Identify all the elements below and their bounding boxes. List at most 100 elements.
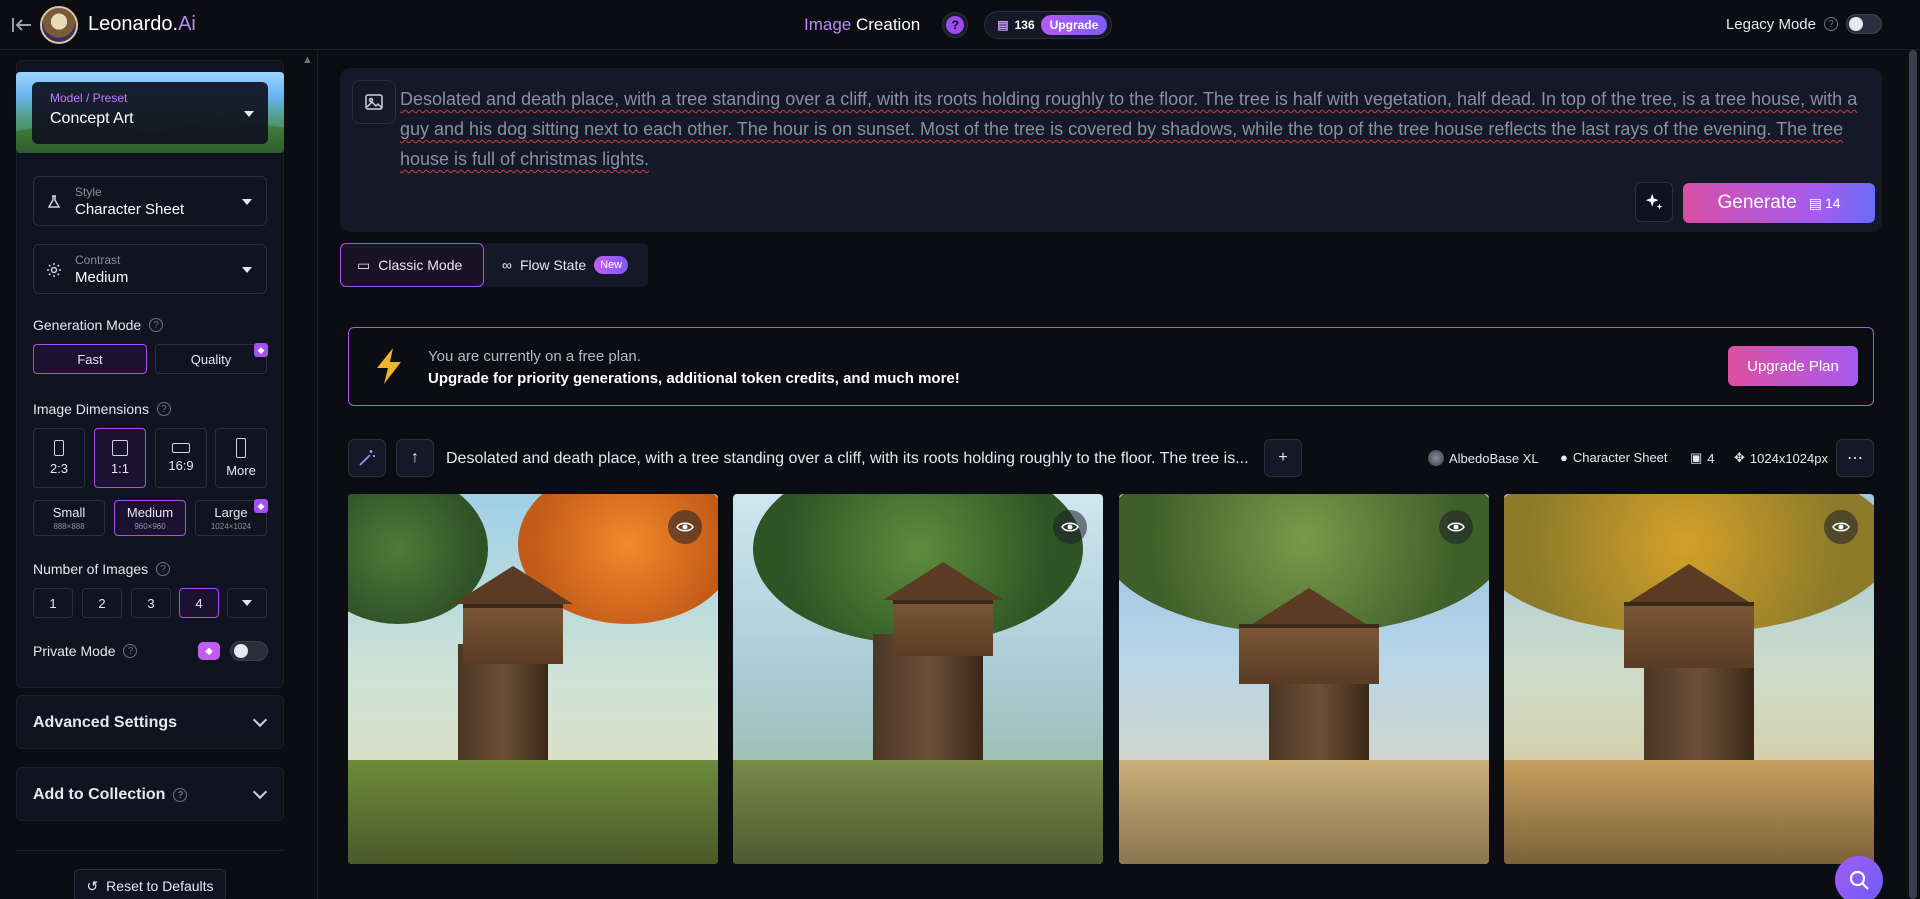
- image-count-more[interactable]: [227, 588, 267, 618]
- model-preset-select[interactable]: Model / Preset Concept Art: [32, 82, 268, 144]
- help-button[interactable]: ?: [942, 12, 969, 38]
- tab-flow-state[interactable]: ∞ Flow State New: [486, 243, 644, 287]
- move-icon: ✥: [1734, 450, 1745, 465]
- generated-image-3[interactable]: [1119, 494, 1489, 864]
- image-count-1[interactable]: 1: [33, 588, 73, 618]
- ratio-1-1[interactable]: 1:1: [94, 428, 146, 488]
- contrast-label: Contrast: [75, 253, 121, 267]
- size-medium[interactable]: Medium 960×960: [114, 500, 186, 536]
- help-icon[interactable]: ?: [156, 562, 171, 576]
- generated-image-4[interactable]: [1504, 494, 1874, 864]
- generation-header: ↑ Desolated and death place, with a tree…: [348, 439, 1874, 477]
- sidebar-divider: [16, 850, 284, 851]
- model-preset-value: Concept Art: [50, 110, 134, 127]
- generated-image-2[interactable]: [733, 494, 1103, 864]
- prompt-input[interactable]: Desolated and death place, with a tree s…: [400, 84, 1870, 174]
- generation-mode-title: Generation Mode?: [33, 317, 164, 333]
- number-of-images-title: Number of Images?: [33, 561, 171, 577]
- generate-cost: ▤ 14: [1808, 194, 1841, 212]
- style-select[interactable]: Style Character Sheet: [33, 176, 267, 226]
- private-mode-toggle[interactable]: [230, 641, 268, 661]
- arrow-up-icon[interactable]: ↑: [396, 439, 434, 477]
- eye-icon[interactable]: [1053, 510, 1087, 544]
- generation-mode-fast[interactable]: Fast: [33, 344, 147, 374]
- chevron-down-icon: [242, 267, 252, 273]
- reset-to-defaults-button[interactable]: ↺ Reset to Defaults: [74, 869, 226, 899]
- eye-icon[interactable]: [1439, 510, 1473, 544]
- generation-count: ▣ 4: [1690, 450, 1715, 466]
- tall-ratio-icon: [236, 438, 246, 458]
- image-dimensions-title: Image Dimensions?: [33, 401, 171, 417]
- chevron-down-icon: [242, 600, 252, 606]
- leonardo-logo[interactable]: [40, 6, 78, 44]
- page-title: Image Creation: [804, 15, 921, 34]
- contrast-select[interactable]: Contrast Medium: [33, 244, 267, 294]
- advanced-settings-section[interactable]: Advanced Settings: [16, 695, 284, 749]
- generation-style: ● Character Sheet: [1560, 450, 1668, 465]
- lightning-bolt-icon: [377, 348, 401, 384]
- chevron-down-icon: [242, 199, 252, 205]
- more-options-icon[interactable]: ⋯: [1836, 439, 1874, 477]
- add-to-collection-section[interactable]: Add to Collection?: [16, 767, 284, 821]
- top-bar: Leonardo.Ai Image Creation ? ▤ 136 Upgra…: [0, 0, 1920, 50]
- size-large[interactable]: Large 1024×1024 ◆: [195, 499, 268, 536]
- upgrade-button[interactable]: Upgrade: [1040, 15, 1108, 35]
- generation-mode-quality[interactable]: Quality ◆: [155, 343, 268, 374]
- generation-prompt[interactable]: Desolated and death place, with a tree s…: [446, 450, 1249, 468]
- eye-icon[interactable]: [1824, 510, 1858, 544]
- image-count-2[interactable]: 2: [82, 588, 122, 618]
- drop-icon: ●: [1560, 450, 1568, 465]
- private-mode-title: Private Mode?: [33, 643, 138, 659]
- image-count-3[interactable]: 3: [131, 588, 171, 618]
- free-plan-banner: You are currently on a free plan. Upgrad…: [348, 327, 1874, 406]
- ratio-2-3[interactable]: 2:3: [33, 428, 85, 488]
- scroll-up-icon[interactable]: ▲: [302, 54, 313, 66]
- page-scrollbar[interactable]: [1906, 50, 1920, 899]
- magic-wand-icon[interactable]: [348, 439, 386, 477]
- chevron-down-icon: [244, 111, 254, 117]
- plus-icon[interactable]: +: [1264, 439, 1302, 477]
- image-icon[interactable]: [352, 80, 396, 124]
- ratio-more[interactable]: More: [215, 428, 267, 488]
- sun-icon: [47, 263, 61, 277]
- eye-icon[interactable]: [668, 510, 702, 544]
- infinity-icon: ∞: [502, 257, 512, 273]
- help-icon[interactable]: ?: [173, 788, 188, 802]
- token-count: 136: [1014, 18, 1035, 32]
- generate-button[interactable]: Generate ▤ 14: [1683, 183, 1875, 223]
- legacy-mode-label: Legacy Mode: [1725, 15, 1816, 33]
- settings-sidebar: ▲ Model / Preset Concept Art Style Chara…: [0, 50, 318, 899]
- generated-image-1[interactable]: [348, 494, 718, 864]
- chevron-down-icon: [252, 712, 268, 728]
- legacy-mode-toggle[interactable]: [1846, 14, 1882, 34]
- legacy-help-icon[interactable]: ?: [1824, 17, 1838, 31]
- style-label: Style: [75, 185, 102, 199]
- model-preset-card[interactable]: Model / Preset Concept Art: [16, 72, 284, 153]
- nav-center: Image Creation ? ▤ 136 Upgrade: [804, 11, 1113, 39]
- ratio-16-9[interactable]: 16:9: [155, 428, 207, 488]
- flask-icon: [47, 195, 61, 208]
- size-small[interactable]: Small 888×888: [33, 500, 105, 536]
- portrait-ratio-icon: [54, 440, 64, 456]
- add-to-collection-label: Add to Collection?: [33, 786, 188, 804]
- back-icon[interactable]: [10, 13, 34, 37]
- legacy-mode: Legacy Mode ?: [1726, 14, 1882, 34]
- help-icon[interactable]: ?: [156, 402, 171, 416]
- help-icon[interactable]: ?: [123, 644, 138, 658]
- sparkles-icon[interactable]: [1635, 182, 1673, 222]
- coins-icon: ▤: [997, 18, 1009, 32]
- premium-icon: ◆: [254, 499, 268, 513]
- token-balance[interactable]: ▤ 136 Upgrade: [984, 11, 1113, 39]
- upgrade-plan-button[interactable]: Upgrade Plan: [1728, 346, 1858, 386]
- image-count-4[interactable]: 4: [179, 588, 219, 618]
- mode-tabs: ▭ Classic Mode ∞ Flow State New: [340, 243, 648, 287]
- advanced-settings-label: Advanced Settings: [33, 714, 178, 731]
- premium-icon: ◆: [254, 343, 268, 357]
- model-avatar: [1428, 450, 1444, 466]
- search-icon[interactable]: [1835, 856, 1883, 899]
- contrast-value: Medium: [75, 269, 129, 286]
- tab-classic-mode[interactable]: ▭ Classic Mode: [340, 243, 484, 287]
- brand-name[interactable]: Leonardo.Ai: [88, 13, 196, 36]
- help-icon[interactable]: ?: [149, 318, 164, 332]
- banner-line-1: You are currently on a free plan.: [428, 348, 641, 365]
